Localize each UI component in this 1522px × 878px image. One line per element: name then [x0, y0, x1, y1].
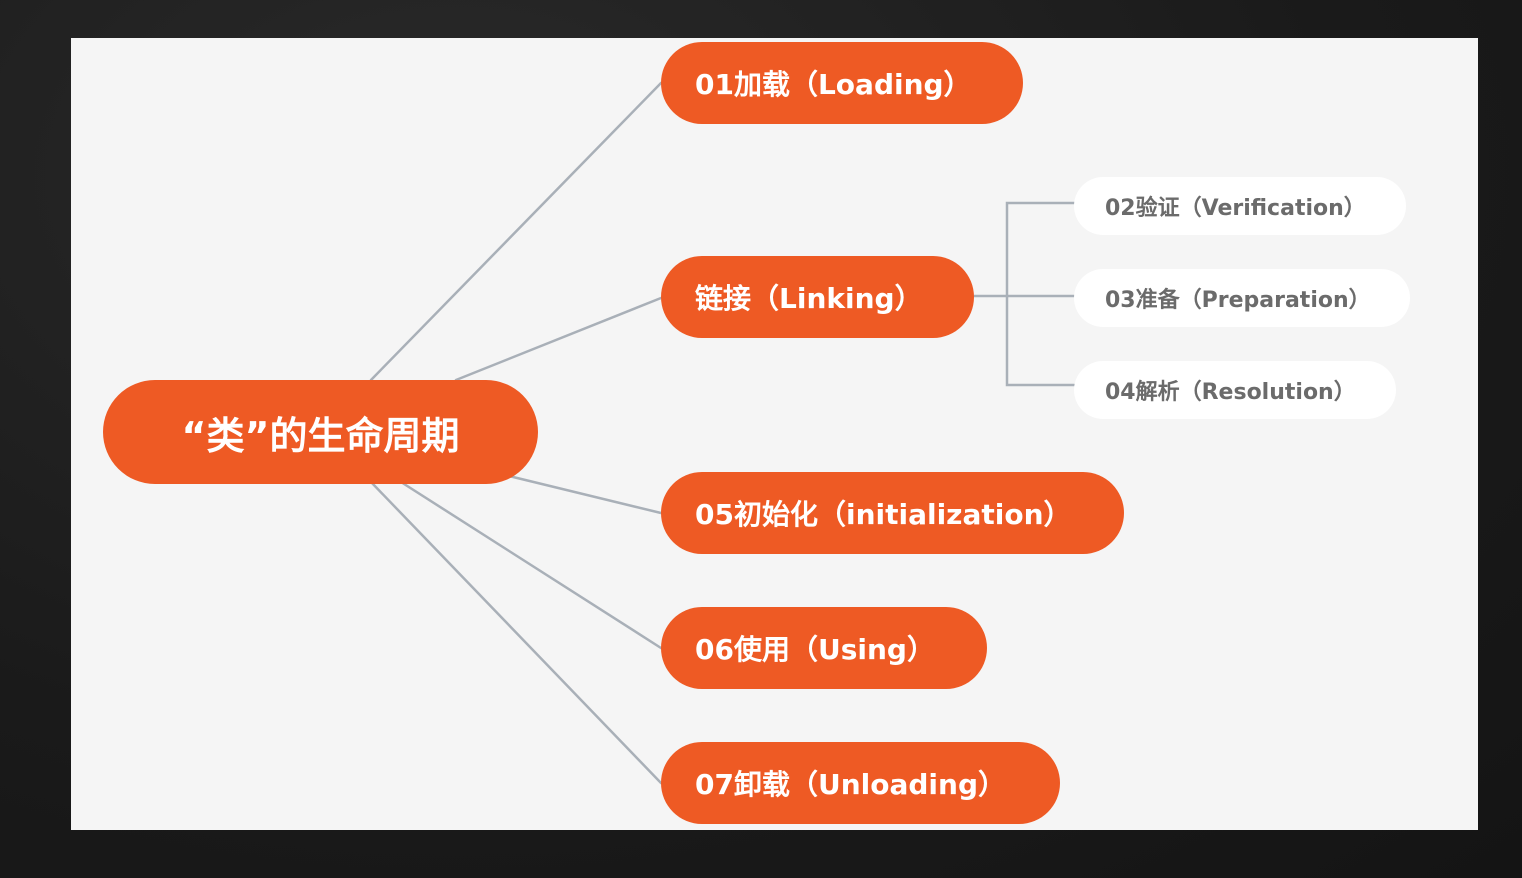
stage-node-label: 链接（Linking）: [695, 282, 923, 315]
stage-node-label: 05初始化（initialization）: [695, 498, 1072, 531]
connector-root-using: [399, 480, 663, 650]
connector-root-unloading: [369, 480, 663, 785]
stage-node-label: 06使用（Using）: [695, 633, 935, 666]
mindmap-canvas: “类”的生命周期 01加载（Loading） 链接（Linking） 05初始化…: [71, 38, 1478, 830]
connector-root-loading: [369, 81, 663, 382]
connector-linking-bracket: [1005, 201, 1076, 387]
connector-root-initialization: [507, 474, 663, 515]
substage-node-resolution: 04解析（Resolution）: [1074, 361, 1396, 419]
root-node-label: “类”的生命周期: [181, 413, 460, 458]
stage-node-initialization: 05初始化（initialization）: [661, 472, 1124, 554]
substage-node-verification: 02验证（Verification）: [1074, 177, 1406, 235]
stage-node-linking: 链接（Linking）: [661, 256, 974, 338]
stage-node-loading: 01加载（Loading）: [661, 42, 1023, 124]
substage-node-label: 03准备（Preparation）: [1105, 288, 1371, 313]
root-node-class-lifecycle: “类”的生命周期: [103, 380, 538, 484]
substage-node-preparation: 03准备（Preparation）: [1074, 269, 1410, 327]
substage-node-label: 04解析（Resolution）: [1105, 380, 1356, 405]
stage-node-label: 01加载（Loading）: [695, 68, 972, 101]
stage-node-unloading: 07卸载（Unloading）: [661, 742, 1060, 824]
stage-node-using: 06使用（Using）: [661, 607, 987, 689]
stage-node-label: 07卸载（Unloading）: [695, 768, 1006, 801]
connector-root-linking: [454, 296, 663, 382]
substage-node-label: 02验证（Verification）: [1105, 196, 1366, 221]
